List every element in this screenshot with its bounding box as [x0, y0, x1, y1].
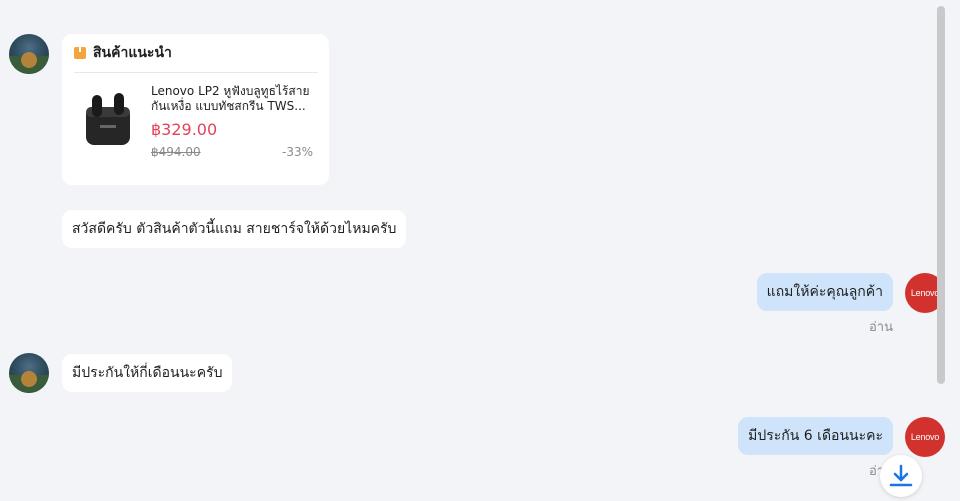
chat-scrollbar[interactable]	[937, 6, 945, 384]
customer-message[interactable]: สวัสดีครับ ตัวสินค้าตัวนี้แถม สายชาร์จให…	[62, 210, 407, 248]
earbuds-product-image	[86, 93, 130, 145]
read-status: อ่าน	[869, 320, 893, 335]
customer-avatar[interactable]	[9, 353, 49, 393]
customer-avatar[interactable]	[9, 34, 49, 74]
shop-message[interactable]: แถมให้ค่ะคุณลูกค้า	[756, 273, 893, 311]
recommended-product-card[interactable]: สินค้าแนะนำ Lenovo LP2 หูฟังบลูทูธไร้สาย…	[62, 34, 329, 185]
product-original-price: ฿494.00	[151, 145, 201, 159]
shop-avatar[interactable]: Lenovo	[905, 417, 945, 457]
package-icon	[74, 47, 86, 59]
product-price: ฿329.00	[151, 120, 218, 139]
card-title: สินค้าแนะนำ	[93, 45, 172, 61]
card-header: สินค้าแนะนำ	[74, 34, 318, 73]
product-name[interactable]: Lenovo LP2 หูฟังบลูทูธไร้สาย กันเหงื่อ แ…	[151, 84, 311, 114]
download-arrow-icon	[889, 464, 913, 487]
customer-message[interactable]: มีประกันให้กี่เดือนนะครับ	[62, 354, 233, 392]
shop-message[interactable]: มีประกัน 6 เดือนนะคะ	[738, 417, 893, 455]
product-discount: -33%	[281, 145, 313, 159]
scroll-down-button[interactable]	[880, 455, 922, 497]
